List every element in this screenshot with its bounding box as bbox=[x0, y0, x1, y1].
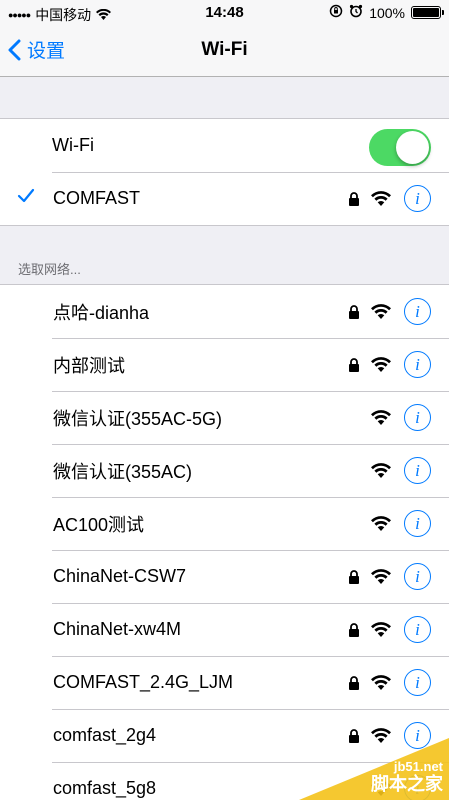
toggle-knob bbox=[396, 131, 429, 164]
info-button[interactable]: i bbox=[404, 616, 431, 643]
wifi-signal-icon bbox=[370, 357, 392, 372]
wifi-toggle-label: Wi-Fi bbox=[52, 135, 94, 155]
lock-icon bbox=[344, 357, 364, 372]
network-row[interactable]: ChinaNet-xw4M i bbox=[0, 603, 449, 656]
network-name: ChinaNet-xw4M bbox=[53, 619, 182, 639]
lock-icon bbox=[344, 191, 364, 206]
alarm-icon bbox=[349, 4, 363, 21]
network-list: 点哈-dianha i 内部测试 i 微信认证(355AC-5G) i 微信认证(355AC… bbox=[0, 284, 449, 800]
wifi-signal-icon bbox=[370, 304, 392, 319]
info-button[interactable]: i bbox=[404, 510, 431, 537]
wifi-signal-icon bbox=[370, 569, 392, 584]
battery-fill bbox=[413, 8, 439, 17]
wifi-signal-icon bbox=[370, 675, 392, 690]
network-icons: i bbox=[344, 351, 431, 378]
network-row[interactable]: 内部测试 i bbox=[0, 338, 449, 391]
connected-network-name: COMFAST bbox=[53, 188, 141, 208]
network-name: comfast_2g4 bbox=[53, 725, 157, 745]
info-button[interactable]: i bbox=[404, 563, 431, 590]
battery-icon bbox=[411, 6, 444, 19]
network-name: 微信认证(355AC-5G) bbox=[53, 408, 223, 429]
network-name: ChinaNet-CSW7 bbox=[53, 566, 187, 586]
network-name: COMFAST_2.4G_LJM bbox=[53, 672, 234, 692]
battery-percent: 100% bbox=[369, 4, 405, 21]
status-bar: ●●●●● 中国移动 14:48 100% bbox=[0, 0, 449, 26]
wifi-signal-icon bbox=[370, 191, 392, 206]
info-button[interactable]: i bbox=[404, 669, 431, 696]
checkmark-icon bbox=[17, 188, 35, 208]
lock-icon bbox=[344, 622, 364, 637]
orientation-lock-icon bbox=[329, 4, 343, 21]
lock-icon bbox=[344, 675, 364, 690]
network-icons: i bbox=[344, 510, 431, 537]
lock-icon bbox=[344, 304, 364, 319]
status-right: 100% bbox=[329, 4, 444, 21]
network-row[interactable]: 点哈-dianha i bbox=[0, 285, 449, 338]
network-name: 点哈-dianha bbox=[53, 302, 150, 323]
info-button[interactable]: i bbox=[404, 185, 431, 212]
connected-network-icons: i bbox=[344, 185, 431, 212]
info-button[interactable]: i bbox=[404, 298, 431, 325]
network-row[interactable]: 微信认证(355AC-5G) i bbox=[0, 391, 449, 444]
connected-network-row[interactable]: COMFAST i bbox=[0, 172, 449, 225]
section-header: 选取网络... bbox=[18, 262, 81, 277]
navigation-bar: 设置 Wi-Fi bbox=[0, 26, 449, 77]
network-icons: i bbox=[344, 616, 431, 643]
wifi-signal-icon bbox=[370, 516, 392, 531]
network-icons: i bbox=[344, 669, 431, 696]
wifi-signal-icon bbox=[370, 463, 392, 478]
network-icons: i bbox=[344, 298, 431, 325]
watermark-logo: jb51.net 脚本之家 bbox=[299, 738, 449, 800]
wifi-toggle-row: Wi-Fi bbox=[0, 119, 449, 172]
wifi-toggle-switch[interactable] bbox=[369, 129, 431, 166]
network-name: 微信认证(355AC) bbox=[53, 461, 193, 482]
network-name: comfast_5g8 bbox=[53, 778, 157, 798]
network-name: AC100测试 bbox=[53, 514, 145, 535]
network-icons: i bbox=[344, 404, 431, 431]
info-button[interactable]: i bbox=[404, 404, 431, 431]
network-row[interactable]: ChinaNet-CSW7 i bbox=[0, 550, 449, 603]
network-icons: i bbox=[344, 563, 431, 590]
info-button[interactable]: i bbox=[404, 457, 431, 484]
network-icons: i bbox=[344, 457, 431, 484]
lock-icon bbox=[344, 569, 364, 584]
network-row[interactable]: AC100测试 i bbox=[0, 497, 449, 550]
watermark-name: 脚本之家 bbox=[371, 774, 443, 794]
network-row[interactable]: COMFAST_2.4G_LJM i bbox=[0, 656, 449, 709]
wifi-signal-icon bbox=[370, 410, 392, 425]
network-row[interactable]: 微信认证(355AC) i bbox=[0, 444, 449, 497]
network-name: 内部测试 bbox=[53, 355, 125, 376]
page-title: Wi-Fi bbox=[201, 39, 248, 60]
info-button[interactable]: i bbox=[404, 351, 431, 378]
wifi-group: Wi-Fi COMFAST i bbox=[0, 118, 449, 226]
wifi-signal-icon bbox=[370, 622, 392, 637]
